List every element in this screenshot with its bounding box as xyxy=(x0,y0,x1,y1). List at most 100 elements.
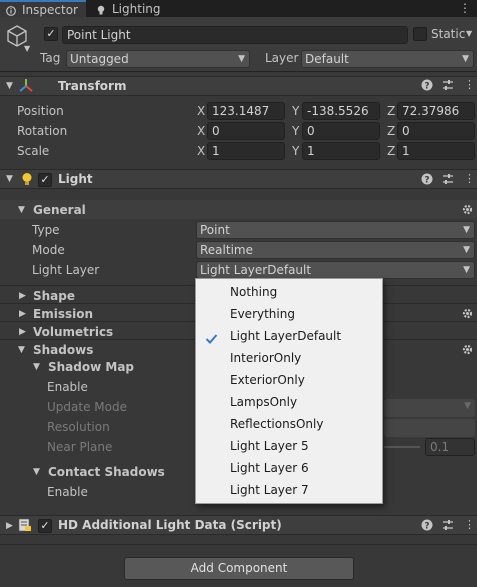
rotation-y-field[interactable]: 0 xyxy=(302,122,380,140)
mode-label: Mode xyxy=(32,243,65,257)
axis-x-label[interactable]: X xyxy=(197,144,205,158)
position-y-field[interactable]: -138.5526 xyxy=(302,102,380,120)
popup-item-label: Light LayerDefault xyxy=(230,329,342,343)
axis-x-label[interactable]: X xyxy=(197,104,205,118)
transform-title: Transform xyxy=(58,79,127,93)
light-title: Light xyxy=(58,172,93,186)
axis-y-label[interactable]: Y xyxy=(292,104,299,118)
axis-z-label[interactable]: Z xyxy=(387,104,395,118)
kebab-menu-icon[interactable]: ⋮ xyxy=(464,172,475,185)
foldout-arrow-icon[interactable]: ▼ xyxy=(6,81,13,91)
script-icon xyxy=(18,518,32,532)
help-icon[interactable]: ? xyxy=(421,519,433,534)
volumetrics-label[interactable]: Volumetrics xyxy=(33,325,113,339)
popup-item-lamps-only[interactable]: LampsOnly xyxy=(196,391,382,413)
help-icon[interactable]: ? xyxy=(421,173,433,188)
static-checkbox[interactable] xyxy=(413,27,427,41)
tab-inspector[interactable]: Inspector xyxy=(0,0,86,17)
kebab-menu-icon[interactable]: ⋮ xyxy=(464,518,475,531)
popup-item-nothing[interactable]: Nothing xyxy=(196,281,382,303)
foldout-arrow-right-icon[interactable]: ▶ xyxy=(19,309,26,319)
settings-gear-icon[interactable] xyxy=(461,203,474,216)
popup-item-label: Light Layer 7 xyxy=(230,483,309,497)
position-z-field[interactable]: 72.37986 xyxy=(397,102,475,120)
popup-item-light-layer-default[interactable]: Light LayerDefault xyxy=(196,325,382,347)
layer-dropdown[interactable]: Default ▼ xyxy=(301,50,474,68)
general-label: General xyxy=(33,203,86,217)
axis-x-label[interactable]: X xyxy=(197,124,205,138)
popup-item-light-layer-7[interactable]: Light Layer 7 xyxy=(196,479,382,501)
kebab-menu-icon[interactable]: ⋮ xyxy=(459,0,471,17)
rotation-z-field[interactable]: 0 xyxy=(397,122,475,140)
resolution-field xyxy=(384,419,475,437)
tag-value: Untagged xyxy=(70,52,129,66)
rotation-x-field[interactable]: 0 xyxy=(207,122,285,140)
scale-y-field[interactable]: 1 xyxy=(302,142,380,160)
chevron-down-icon: ▼ xyxy=(463,225,470,235)
presets-icon[interactable] xyxy=(442,519,454,534)
presets-icon[interactable] xyxy=(442,173,454,188)
mode-dropdown[interactable]: Realtime ▼ xyxy=(196,241,475,259)
popup-item-interior-only[interactable]: InteriorOnly xyxy=(196,347,382,369)
popup-item-exterior-only[interactable]: ExteriorOnly xyxy=(196,369,382,391)
position-label: Position xyxy=(17,104,64,118)
object-name-field[interactable]: Point Light xyxy=(62,26,408,44)
popup-item-label: Light Layer 5 xyxy=(230,439,309,453)
transform-axis-icon xyxy=(18,78,34,94)
shadow-map-label[interactable]: Shadow Map xyxy=(48,360,134,374)
near-plane-field: 0.1 xyxy=(425,438,475,456)
popup-item-reflections-only[interactable]: ReflectionsOnly xyxy=(196,413,382,435)
foldout-arrow-right-icon[interactable]: ▶ xyxy=(19,291,26,301)
chevron-down-icon: ▼ xyxy=(464,401,471,411)
chevron-down-icon: ▼ xyxy=(462,54,469,64)
axis-z-label[interactable]: Z xyxy=(387,124,395,138)
chevron-down-icon[interactable]: ▼ xyxy=(24,44,30,53)
shadows-label[interactable]: Shadows xyxy=(33,343,93,357)
axis-z-label[interactable]: Z xyxy=(387,144,395,158)
foldout-arrow-right-icon[interactable]: ▶ xyxy=(6,521,13,531)
foldout-arrow-icon[interactable]: ▼ xyxy=(18,345,25,355)
kebab-menu-icon[interactable]: ⋮ xyxy=(464,78,475,91)
scale-x-field[interactable]: 1 xyxy=(207,142,285,160)
light-layer-popup: Nothing Everything Light LayerDefault In… xyxy=(195,278,383,504)
settings-gear-icon[interactable] xyxy=(461,343,474,356)
axis-y-label[interactable]: Y xyxy=(292,124,299,138)
popup-item-label: InteriorOnly xyxy=(230,351,302,365)
svg-text:?: ? xyxy=(424,176,429,186)
popup-item-everything[interactable]: Everything xyxy=(196,303,382,325)
foldout-arrow-right-icon[interactable]: ▶ xyxy=(19,327,26,337)
foldout-arrow-icon[interactable]: ▼ xyxy=(33,362,40,372)
active-checkbox[interactable]: ✓ xyxy=(44,27,58,41)
type-dropdown[interactable]: Point ▼ xyxy=(196,221,475,239)
foldout-arrow-icon[interactable]: ▼ xyxy=(18,205,25,215)
hd-light-data-checkbox[interactable]: ✓ xyxy=(38,519,52,533)
tag-dropdown[interactable]: Untagged ▼ xyxy=(66,50,250,68)
static-label: Static xyxy=(431,27,466,41)
near-plane-label: Near Plane xyxy=(47,440,113,454)
contact-shadows-label[interactable]: Contact Shadows xyxy=(48,465,165,479)
popup-item-light-layer-5[interactable]: Light Layer 5 xyxy=(196,435,382,457)
axis-y-label[interactable]: Y xyxy=(292,144,299,158)
position-x-field[interactable]: 123.1487 xyxy=(207,102,285,120)
emission-label[interactable]: Emission xyxy=(33,307,93,321)
light-layer-dropdown[interactable]: Light LayerDefault ▼ xyxy=(196,261,475,279)
chevron-down-icon: ▼ xyxy=(463,265,470,275)
lightbulb-icon xyxy=(20,172,34,186)
lightbulb-icon xyxy=(96,4,106,14)
foldout-arrow-icon[interactable]: ▼ xyxy=(6,174,13,184)
popup-item-light-layer-6[interactable]: Light Layer 6 xyxy=(196,457,382,479)
foldout-arrow-icon[interactable]: ▼ xyxy=(33,467,40,477)
light-enabled-checkbox[interactable]: ✓ xyxy=(38,173,52,187)
mode-value: Realtime xyxy=(200,243,253,257)
static-dropdown-arrow-icon[interactable]: ▼ xyxy=(466,29,472,38)
popup-item-label: Everything xyxy=(230,307,295,321)
type-value: Point xyxy=(200,223,230,237)
help-icon[interactable]: ? xyxy=(421,79,433,94)
tab-lighting[interactable]: Lighting xyxy=(90,0,170,17)
presets-icon[interactable] xyxy=(442,79,454,94)
add-component-button[interactable]: Add Component xyxy=(124,557,354,580)
settings-gear-icon[interactable] xyxy=(461,307,474,320)
scale-z-field[interactable]: 1 xyxy=(397,142,475,160)
chevron-down-icon: ▼ xyxy=(238,54,245,64)
shape-label[interactable]: Shape xyxy=(33,289,75,303)
